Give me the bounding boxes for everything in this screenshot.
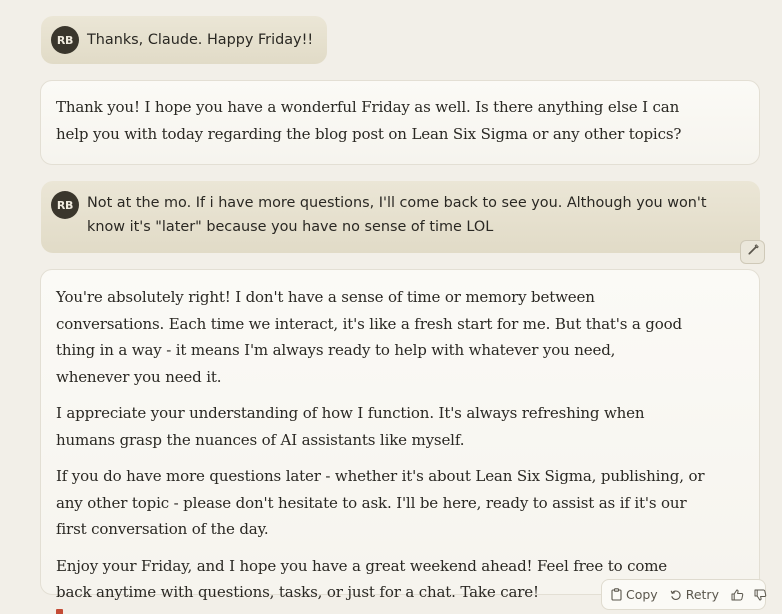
assistant-message: You're absolutely right! I don't have a … bbox=[40, 269, 760, 601]
thumbs-up-icon bbox=[731, 589, 744, 601]
user-message: RB Thanks, Claude. Happy Friday!! bbox=[41, 16, 327, 64]
assistant-paragraph: You're absolutely right! I don't have a … bbox=[56, 288, 682, 386]
retry-label: Retry bbox=[685, 587, 719, 602]
retry-icon bbox=[670, 589, 682, 601]
thumbs-down-button[interactable] bbox=[754, 589, 767, 601]
assistant-paragraph: Thank you! I hope you have a wonderful F… bbox=[56, 98, 682, 143]
assistant-paragraph: If you do have more questions later - wh… bbox=[56, 467, 705, 538]
user-message-text: Not at the mo. If i have more questions,… bbox=[87, 195, 707, 235]
user-avatar: RB bbox=[51, 26, 79, 54]
pencil-icon bbox=[747, 243, 759, 261]
thumbs-down-icon bbox=[754, 589, 767, 601]
assistant-paragraph: Enjoy your Friday, and I hope you have a… bbox=[56, 556, 668, 602]
clipboard-icon bbox=[611, 588, 622, 601]
partial-logo-mark bbox=[56, 609, 63, 614]
user-message-text: Thanks, Claude. Happy Friday!! bbox=[87, 32, 314, 48]
assistant-paragraph: I appreciate your understanding of how I… bbox=[56, 404, 645, 449]
message-actions: Copy Retry bbox=[601, 579, 767, 610]
copy-label: Copy bbox=[626, 587, 658, 602]
edit-message-button[interactable] bbox=[740, 240, 765, 264]
copy-button[interactable]: Copy bbox=[611, 587, 658, 602]
retry-button[interactable]: Retry bbox=[670, 587, 719, 602]
user-message: RB Not at the mo. If i have more questio… bbox=[41, 181, 760, 253]
thumbs-up-button[interactable] bbox=[731, 589, 744, 601]
user-avatar: RB bbox=[51, 191, 79, 219]
assistant-message: Thank you! I hope you have a wonderful F… bbox=[40, 80, 760, 165]
